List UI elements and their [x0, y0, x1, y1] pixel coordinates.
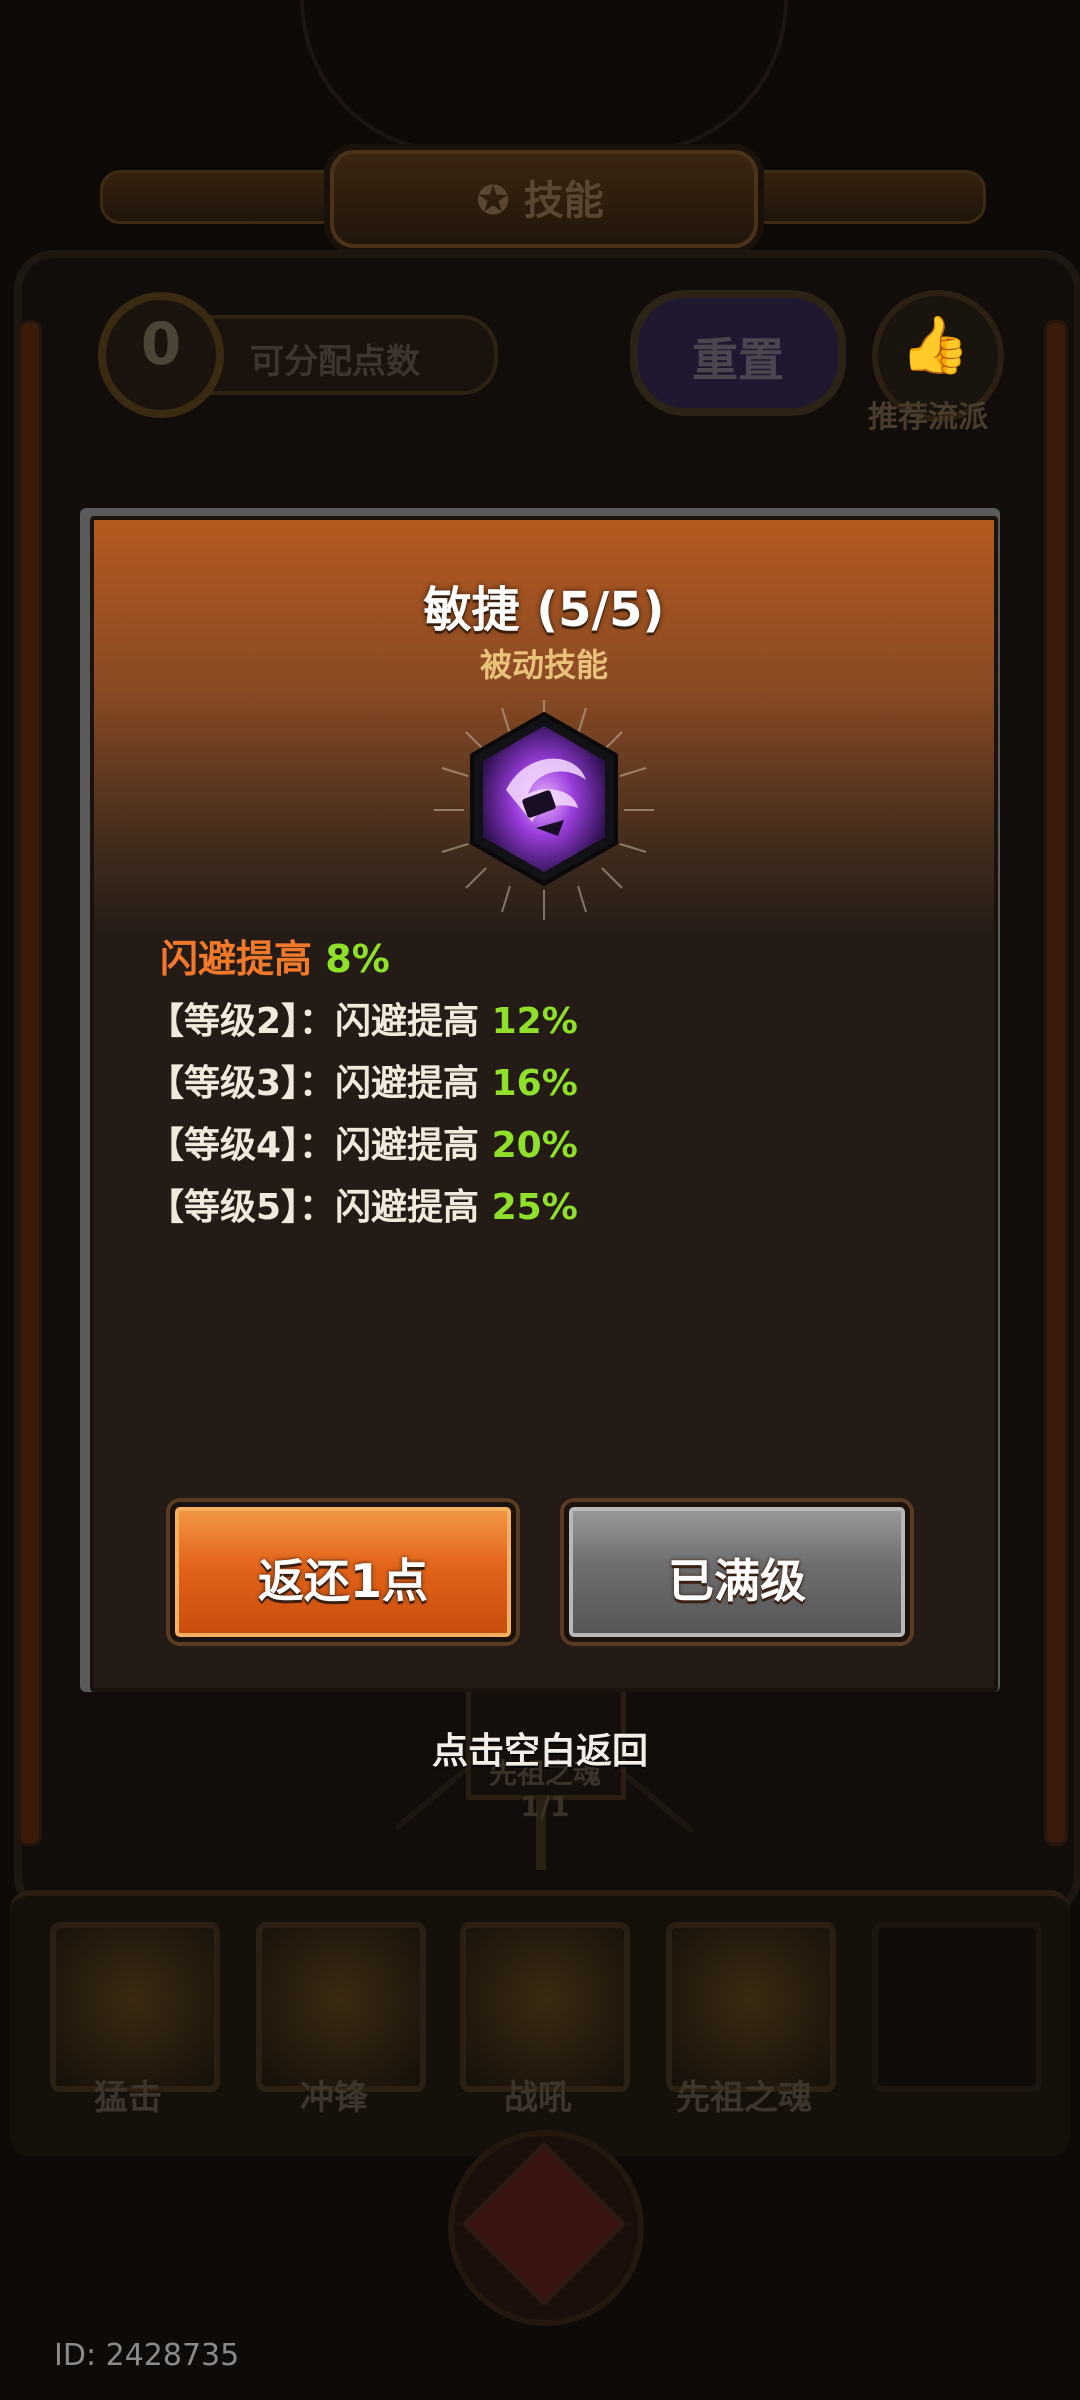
level-effect-row: 【等级4】：闪避提高 20%	[148, 1116, 578, 1168]
tree-node-count: 1/1	[520, 1790, 570, 1823]
level-effect-row: 【等级5】：闪避提高 25%	[148, 1178, 578, 1230]
page-title: ✪ 技能	[476, 178, 604, 224]
skill-slot-label: 猛击	[94, 2078, 162, 2118]
level-effect-value: 16%	[491, 1063, 578, 1104]
level-effect-value: 12%	[491, 1001, 578, 1042]
skill-slot-label: 先祖之魂	[676, 2078, 812, 2118]
user-id-label: ID: 2428735	[54, 2338, 240, 2373]
main-effect: 闪避提高 8%	[160, 928, 390, 983]
reset-button-label: 重置	[692, 333, 784, 387]
skill-slot-empty[interactable]	[872, 1922, 1042, 2092]
gear-wheel-icon: ✪	[476, 178, 510, 224]
return-point-label: 返还1点	[257, 1554, 428, 1608]
skill-slot-label: 冲锋	[300, 2078, 368, 2118]
title-banner-wing-right	[730, 170, 986, 224]
skill-slot-charge[interactable]	[256, 1922, 426, 2092]
skill-slot-ancestor-soul[interactable]	[666, 1922, 836, 2092]
thumbs-up-icon: 👍	[900, 313, 970, 378]
points-label: 可分配点数	[250, 342, 420, 382]
skill-detail-modal: 敏捷 (5/5) 被动技能 闪避提高 8% 【等级2】：闪避提高 12% 【等级…	[90, 516, 998, 1692]
return-point-button[interactable]: 返还1点	[170, 1502, 516, 1642]
level-effect-row: 【等级3】：闪避提高 16%	[148, 1054, 578, 1106]
skill-slot-label: 战吼	[504, 2078, 572, 2118]
main-effect-value: 8%	[325, 937, 390, 981]
agility-swirl-icon	[470, 711, 618, 887]
level-effect-text: 【等级2】：闪避提高	[148, 1001, 480, 1042]
max-level-label: 已满级	[668, 1554, 806, 1608]
level-effect-text: 【等级5】：闪避提高	[148, 1187, 480, 1228]
skill-slot-smash[interactable]	[50, 1922, 220, 2092]
max-level-button[interactable]: 已满级	[564, 1502, 910, 1642]
tap-blank-to-return-hint[interactable]: 点击空白返回	[0, 1722, 1080, 1774]
level-effect-text: 【等级3】：闪避提高	[148, 1063, 480, 1104]
skill-title: 敏捷 (5/5)	[423, 582, 665, 638]
frame-rail-right	[1044, 320, 1068, 1846]
skill-slot-warcry[interactable]	[460, 1922, 630, 2092]
level-effect-value: 20%	[491, 1125, 578, 1166]
main-effect-text: 闪避提高	[160, 937, 313, 981]
frame-rail-left	[18, 320, 42, 1846]
top-ornament	[300, 0, 788, 154]
level-effect-value: 25%	[491, 1187, 578, 1228]
level-effect-text: 【等级4】：闪避提高	[148, 1125, 480, 1166]
skill-type: 被动技能	[479, 646, 608, 684]
title-banner-wing-left	[100, 170, 356, 224]
recommend-label: 推荐流派	[868, 400, 988, 435]
level-effect-row: 【等级2】：闪避提高 12%	[148, 992, 578, 1044]
points-value: 0	[140, 310, 182, 378]
